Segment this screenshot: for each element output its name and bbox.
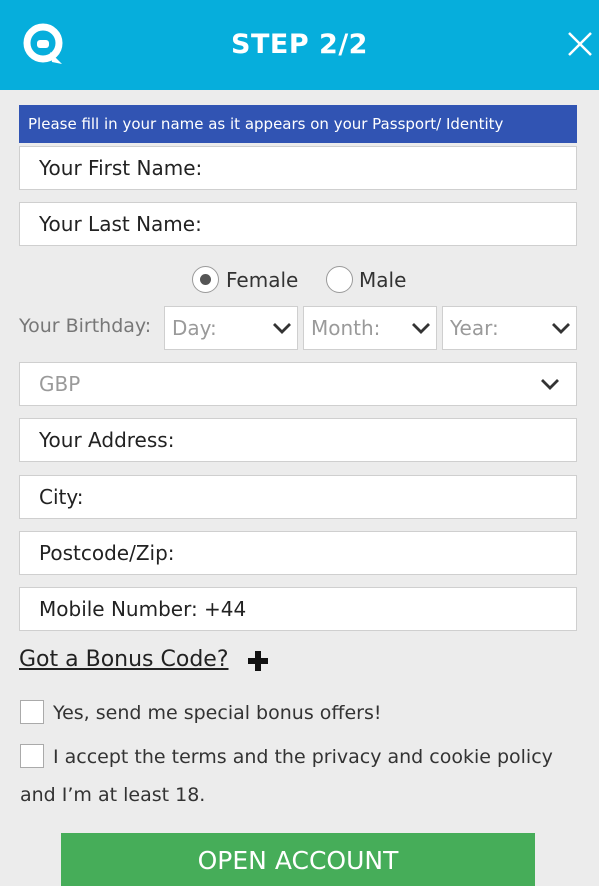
terms-label-line2: and I’m at least 18. <box>20 784 206 806</box>
birthday-day-select[interactable]: Day: <box>164 306 298 350</box>
month-placeholder: Month: <box>311 316 381 340</box>
address-field[interactable]: Your Address: <box>19 418 577 462</box>
male-label: Male <box>359 268 407 292</box>
bonus-offers-label: Yes, send me special bonus offers! <box>53 702 382 724</box>
close-icon[interactable] <box>566 30 594 58</box>
male-radio[interactable] <box>326 266 353 293</box>
chevron-down-icon <box>541 379 559 390</box>
last-name-field[interactable]: Your Last Name: <box>19 202 577 246</box>
city-field[interactable]: City: <box>19 475 577 519</box>
year-placeholder: Year: <box>450 316 499 340</box>
birthday-year-select[interactable]: Year: <box>442 306 577 350</box>
mobile-number-field[interactable]: Mobile Number: +44 <box>19 587 577 631</box>
female-label: Female <box>226 268 299 292</box>
chevron-down-icon <box>552 323 570 334</box>
currency-value: GBP <box>39 372 81 396</box>
terms-label-line1: I accept the terms and the privacy and c… <box>53 746 553 768</box>
postcode-field[interactable]: Postcode/Zip: <box>19 531 577 575</box>
header-bar: STEP 2/2 <box>0 0 599 90</box>
chevron-down-icon <box>273 323 291 334</box>
first-name-field[interactable]: Your First Name: <box>19 146 577 190</box>
passport-notice: Please fill in your name as it appears o… <box>19 105 577 143</box>
day-placeholder: Day: <box>172 316 217 340</box>
chevron-down-icon <box>412 323 430 334</box>
female-radio[interactable] <box>192 266 219 293</box>
open-account-button[interactable]: OPEN ACCOUNT <box>61 833 535 886</box>
radio-selected-dot <box>200 274 211 285</box>
step-title: STEP 2/2 <box>231 29 368 60</box>
birthday-month-select[interactable]: Month: <box>303 306 437 350</box>
bonus-offers-checkbox[interactable] <box>20 700 44 724</box>
birthday-label: Your Birthday: <box>19 315 152 337</box>
currency-select[interactable]: GBP <box>19 362 577 406</box>
plus-icon[interactable] <box>247 650 269 672</box>
bonus-code-link[interactable]: Got a Bonus Code? <box>19 647 229 672</box>
terms-checkbox[interactable] <box>20 744 44 768</box>
